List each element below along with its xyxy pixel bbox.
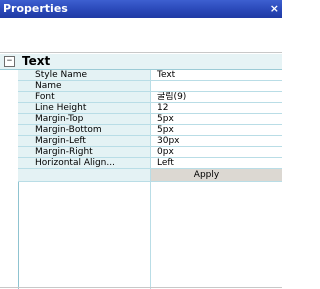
panel-title: Properties [3, 2, 68, 15]
property-row-name[interactable]: Name [0, 81, 282, 92]
property-row-font[interactable]: Font 굴림(9) [0, 92, 282, 103]
property-name: Margin-Bottom [18, 125, 150, 136]
section-label: Text [22, 54, 51, 68]
property-value[interactable]: Left [151, 158, 282, 169]
property-name: Line Height [18, 103, 150, 114]
property-value[interactable]: 5px [151, 114, 282, 125]
property-value[interactable]: 12 [151, 103, 282, 114]
property-value[interactable]: 30px [151, 136, 282, 147]
property-name: Style Name [18, 70, 150, 81]
property-value[interactable]: Text [151, 70, 282, 81]
property-name: Margin-Left [18, 136, 150, 147]
panel-toolbar-area [0, 18, 282, 53]
apply-row: Apply [0, 169, 282, 182]
section-header-text[interactable]: − Text [0, 54, 282, 70]
apply-row-spacer [18, 169, 150, 182]
property-name: Name [18, 81, 150, 92]
property-row-margin-right[interactable]: Margin-Right 0px [0, 147, 282, 158]
property-row-horizontal-align[interactable]: Horizontal Align... Left [0, 158, 282, 169]
close-icon[interactable]: × [270, 1, 279, 17]
property-row-style-name[interactable]: Style Name Text [0, 70, 282, 81]
panel-bottom-border [0, 287, 282, 288]
property-value[interactable]: 0px [151, 147, 282, 158]
property-value[interactable] [151, 81, 282, 92]
property-name: Font [18, 92, 150, 103]
panel-titlebar[interactable]: Properties × [0, 0, 282, 18]
property-row-margin-top[interactable]: Margin-Top 5px [0, 114, 282, 125]
property-name: Margin-Right [18, 147, 150, 158]
property-value[interactable]: 5px [151, 125, 282, 136]
property-row-margin-bottom[interactable]: Margin-Bottom 5px [0, 125, 282, 136]
apply-button[interactable]: Apply [151, 169, 282, 182]
collapse-icon[interactable]: − [4, 56, 15, 67]
property-row-margin-left[interactable]: Margin-Left 30px [0, 136, 282, 147]
property-name: Margin-Top [18, 114, 150, 125]
properties-panel: Properties × − Text Style Name Text Name… [0, 0, 283, 289]
property-value[interactable]: 굴림(9) [151, 92, 282, 103]
property-name: Horizontal Align... [18, 158, 150, 169]
property-row-line-height[interactable]: Line Height 12 [0, 103, 282, 114]
